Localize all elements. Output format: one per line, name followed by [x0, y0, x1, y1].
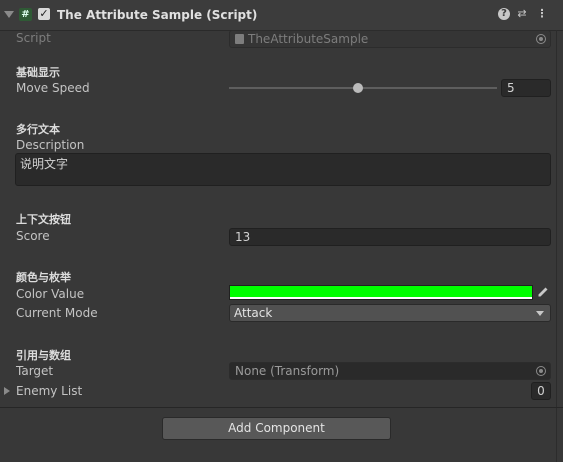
description-textarea[interactable]: 说明文字	[15, 153, 551, 186]
chevron-right-icon[interactable]	[4, 387, 10, 395]
object-picker-icon[interactable]	[536, 366, 546, 376]
presets-icon[interactable]: ⇄	[516, 8, 528, 20]
enemy-list-size[interactable]: 0	[531, 382, 551, 400]
script-label: Script	[16, 31, 51, 45]
target-field[interactable]: None (Transform)	[229, 362, 551, 380]
script-field: TheAttributeSample	[229, 30, 551, 48]
score-input[interactable]: 13	[229, 228, 551, 246]
move-speed-input[interactable]: 5	[501, 79, 551, 97]
section-color-enum: 颜色与枚举	[16, 271, 71, 284]
score-label: Score	[16, 229, 50, 243]
move-speed-slider-thumb[interactable]	[352, 83, 363, 93]
current-mode-value: Attack	[234, 306, 273, 320]
move-speed-slider[interactable]	[229, 87, 497, 89]
section-context: 上下文按钮	[16, 213, 71, 226]
section-multiline: 多行文本	[16, 123, 60, 136]
chevron-down-icon	[536, 311, 544, 316]
color-value-label: Color Value	[16, 287, 85, 301]
inspector-edge	[556, 30, 557, 462]
eyedropper-icon[interactable]	[537, 286, 549, 298]
help-icon[interactable]: ?	[498, 8, 510, 20]
current-mode-label: Current Mode	[16, 306, 98, 320]
target-label: Target	[16, 364, 54, 378]
script-value: TheAttributeSample	[248, 32, 369, 46]
target-value: None (Transform)	[235, 364, 340, 378]
color-alpha-bar	[230, 297, 532, 299]
description-label: Description	[16, 138, 85, 152]
section-reference: 引用与数组	[16, 349, 71, 362]
enemy-list-label[interactable]: Enemy List	[16, 384, 82, 398]
color-value-field[interactable]	[229, 285, 533, 300]
script-asset-icon	[235, 34, 244, 44]
component-header: # ✓ The Attribute Sample (Script) ? ⇄ ⋮	[0, 0, 563, 31]
script-icon: #	[19, 8, 32, 21]
context-menu-icon[interactable]: ⋮	[536, 8, 548, 20]
section-basic: 基础显示	[16, 66, 60, 79]
enabled-checkbox[interactable]: ✓	[38, 8, 50, 20]
add-component-button[interactable]: Add Component	[162, 417, 391, 440]
object-picker-icon	[536, 34, 546, 44]
color-swatch[interactable]	[230, 286, 532, 297]
move-speed-label: Move Speed	[16, 81, 90, 95]
component-title[interactable]: The Attribute Sample (Script)	[57, 8, 257, 22]
current-mode-dropdown[interactable]: Attack	[229, 304, 551, 322]
fold-arrow-icon[interactable]	[4, 11, 14, 18]
component-divider	[0, 407, 563, 408]
